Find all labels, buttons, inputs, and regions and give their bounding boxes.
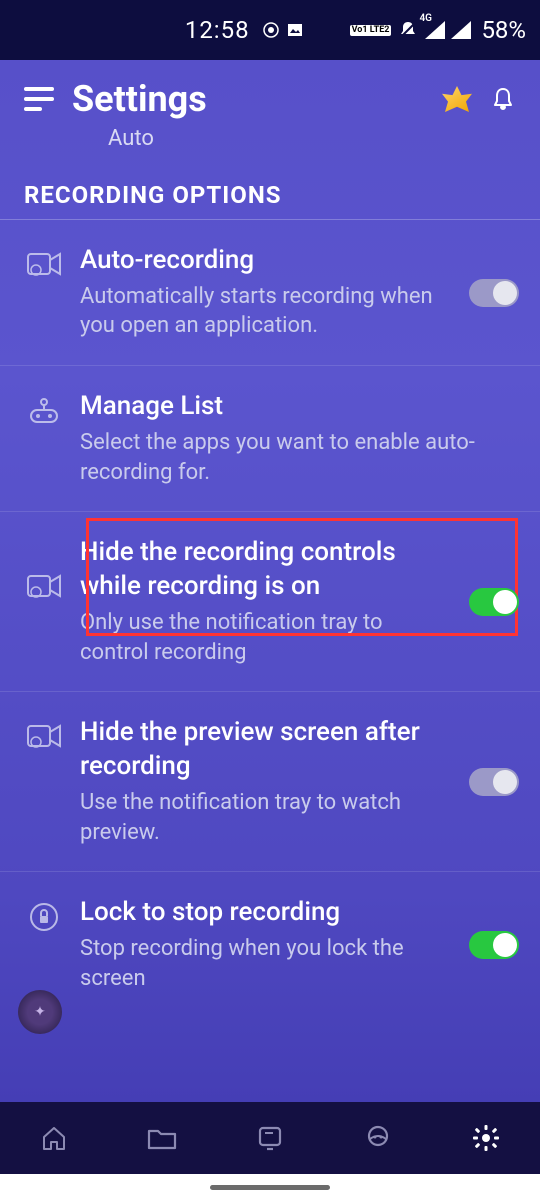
item-title: Auto-recording [80, 244, 450, 278]
nav-avatar-icon[interactable] [361, 1121, 395, 1155]
toggle-lock-stop[interactable] [469, 931, 519, 959]
camera-gear-icon [24, 572, 64, 600]
signal-4g-icon: 4G [425, 21, 445, 39]
system-gesture-bar [0, 1174, 540, 1200]
toggle-hide-controls[interactable] [469, 588, 519, 616]
nav-folder-icon[interactable] [145, 1121, 179, 1155]
nav-settings-icon[interactable] [469, 1121, 503, 1155]
item-title: Manage List [80, 390, 522, 424]
item-desc: Only use the notification tray to contro… [80, 608, 450, 667]
item-lock-stop[interactable]: Lock to stop recording Stop recording wh… [0, 872, 540, 999]
premium-icon[interactable] [442, 86, 472, 112]
net-label: 4G [419, 13, 432, 24]
item-desc: Select the apps you want to enable auto-… [80, 428, 522, 487]
toggle-hide-preview[interactable] [469, 768, 519, 796]
settings-list: Auto-recording Automatically starts reco… [0, 220, 540, 1102]
item-manage-list[interactable]: Manage List Select the apps you want to … [0, 366, 540, 512]
item-desc: Stop recording when you lock the screen [80, 934, 450, 993]
camera-gear-icon [24, 250, 64, 278]
page-title: Settings [72, 78, 424, 120]
gesture-handle[interactable] [210, 1185, 330, 1190]
toggle-auto-recording[interactable] [469, 279, 519, 307]
app-content: Settings Auto RECORDING OPTIONS Auto-rec… [0, 60, 540, 1102]
item-title: Hide the preview screen after recording [80, 716, 450, 784]
nav-screen-icon[interactable] [253, 1121, 287, 1155]
bottom-nav [0, 1102, 540, 1174]
battery-text: 58% [481, 16, 526, 44]
dnd-icon [397, 19, 419, 41]
gamepad-icon [24, 396, 64, 424]
floating-avatar-icon[interactable] [18, 990, 62, 1034]
header-sub: Auto [0, 126, 540, 151]
signal-icon [451, 21, 471, 39]
section-header: RECORDING OPTIONS [0, 151, 540, 220]
item-title: Hide the recording controls while record… [80, 536, 450, 604]
status-bar: 12:58 Vo1 LTE2 4G 58% [0, 0, 540, 60]
item-desc: Automatically starts recording when you … [80, 282, 450, 341]
menu-icon[interactable] [24, 87, 54, 111]
record-dot-icon [262, 21, 280, 39]
item-title: Lock to stop recording [80, 896, 450, 930]
item-desc: Use the notification tray to watch previ… [80, 788, 450, 847]
item-hide-preview[interactable]: Hide the preview screen after recording … [0, 692, 540, 872]
nav-home-icon[interactable] [37, 1121, 71, 1155]
item-auto-recording[interactable]: Auto-recording Automatically starts reco… [0, 220, 540, 366]
camera-gear-icon [24, 722, 64, 750]
volte-badge: Vo1 LTE2 [350, 25, 392, 36]
status-time: 12:58 [185, 16, 250, 44]
lock-icon [24, 902, 64, 932]
app-header: Settings [0, 60, 540, 126]
volte-text: Vo1 LTE2 [352, 26, 390, 35]
item-hide-controls[interactable]: Hide the recording controls while record… [0, 512, 540, 692]
image-icon [286, 21, 304, 39]
bell-icon[interactable] [490, 86, 516, 112]
